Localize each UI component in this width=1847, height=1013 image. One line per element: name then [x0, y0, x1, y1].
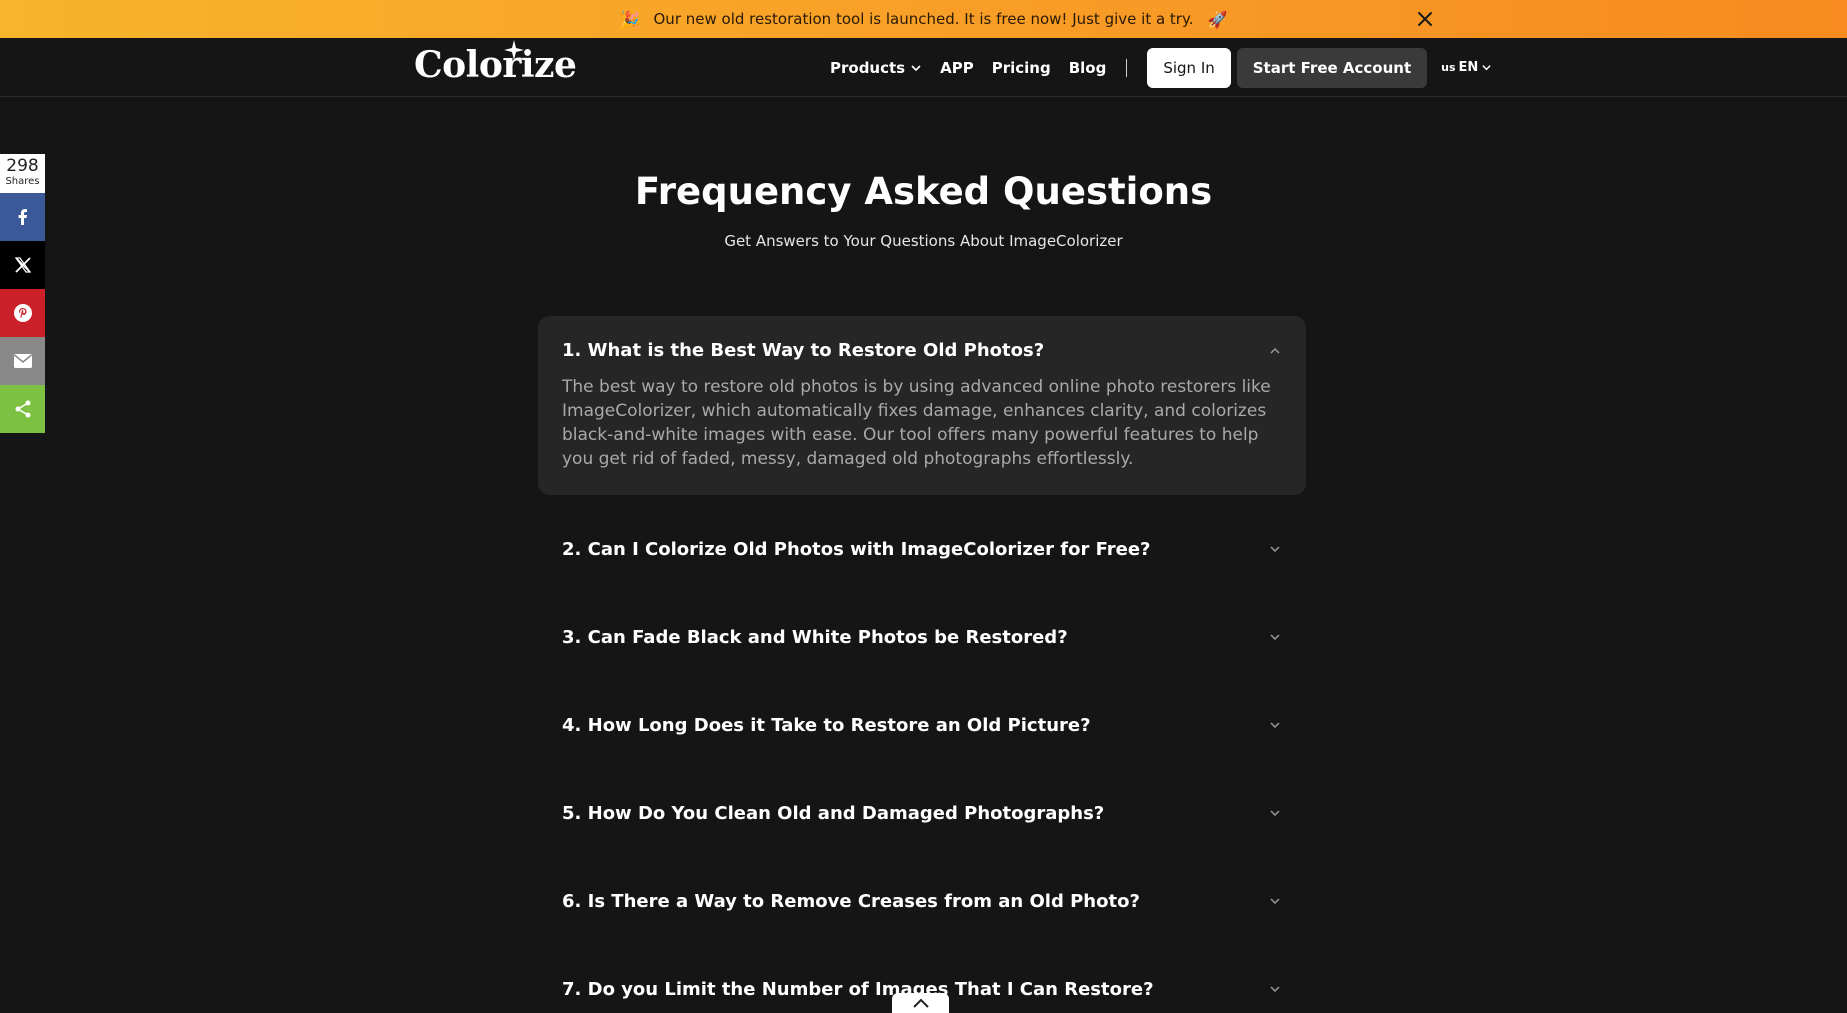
faq-question-text: 4. How Long Does it Take to Restore an O… — [562, 714, 1091, 736]
chevron-down-icon — [1270, 634, 1280, 641]
faq-question-text: 6. Is There a Way to Remove Creases from… — [562, 890, 1140, 912]
party-popper-icon: 🎉 — [619, 9, 640, 29]
page-title: Frequency Asked Questions — [634, 170, 1213, 213]
chevron-down-icon — [1270, 546, 1280, 553]
nav-blog[interactable]: Blog — [1069, 59, 1107, 77]
faq-question[interactable]: 1. What is the Best Way to Restore Old P… — [562, 340, 1282, 361]
logo[interactable]: Colorize — [414, 40, 577, 86]
faq-question[interactable]: 2. Can I Colorize Old Photos with ImageC… — [562, 539, 1282, 560]
nav-pricing[interactable]: Pricing — [992, 59, 1051, 77]
banner-message: Our new old restoration tool is launched… — [653, 10, 1194, 28]
sign-in-button[interactable]: Sign In — [1147, 47, 1231, 88]
page-subtitle: Get Answers to Your Questions About Imag… — [724, 232, 1123, 250]
share-icon — [15, 400, 30, 418]
chevron-down-icon — [1270, 898, 1280, 905]
chevron-down-icon — [911, 64, 921, 71]
close-icon[interactable] — [1413, 7, 1437, 31]
faq-question-text: 7. Do you Limit the Number of Images Tha… — [562, 978, 1154, 1000]
chevron-up-icon — [912, 998, 929, 1008]
rocket-icon: 🚀 — [1207, 9, 1228, 29]
faq-list: 1. What is the Best Way to Restore Old P… — [538, 316, 1306, 1013]
faq-question[interactable]: 4. How Long Does it Take to Restore an O… — [562, 715, 1282, 736]
top-navbar: Colorize Products APP Pricing Blog Sign … — [0, 38, 1847, 97]
faq-question-text: 1. What is the Best Way to Restore Old P… — [562, 340, 1045, 361]
faq-question-text: 3. Can Fade Black and White Photos be Re… — [562, 626, 1068, 648]
email-share-button[interactable] — [0, 337, 45, 385]
faq-item[interactable]: 6. Is There a Way to Remove Creases from… — [538, 857, 1306, 945]
nav-app[interactable]: APP — [940, 59, 974, 77]
generic-share-button[interactable] — [0, 385, 45, 433]
faq-item[interactable]: 5. How Do You Clean Old and Damaged Phot… — [538, 769, 1306, 857]
language-code: EN — [1458, 60, 1479, 75]
us-flag-icon: us — [1441, 61, 1456, 74]
faq-item: 1. What is the Best Way to Restore Old P… — [538, 316, 1306, 495]
back-to-top-button[interactable] — [892, 993, 949, 1013]
nav-products[interactable]: Products — [830, 59, 922, 77]
chevron-down-icon — [1270, 810, 1280, 817]
chevron-down-icon — [1270, 986, 1280, 993]
language-selector[interactable]: us EN — [1441, 60, 1492, 75]
chevron-up-icon — [1270, 347, 1280, 354]
x-twitter-icon — [14, 257, 31, 273]
faq-item[interactable]: 3. Can Fade Black and White Photos be Re… — [538, 593, 1306, 681]
pinterest-share-button[interactable] — [0, 289, 45, 337]
faq-item[interactable]: 4. How Long Does it Take to Restore an O… — [538, 681, 1306, 769]
faq-question[interactable]: 3. Can Fade Black and White Photos be Re… — [562, 627, 1282, 648]
nav-links: Products APP Pricing Blog Sign In Start … — [830, 38, 1492, 97]
nav-products-label: Products — [830, 58, 906, 77]
chevron-down-icon — [1270, 722, 1280, 729]
start-free-account-button[interactable]: Start Free Account — [1236, 47, 1428, 88]
faq-question-text: 5. How Do You Clean Old and Damaged Phot… — [562, 802, 1105, 824]
faq-question[interactable]: 5. How Do You Clean Old and Damaged Phot… — [562, 803, 1282, 824]
pinterest-icon — [13, 304, 32, 322]
nav-divider — [1126, 58, 1128, 77]
announcement-banner: 🎉 Our new old restoration tool is launch… — [0, 0, 1847, 38]
sparkle-icon — [504, 40, 524, 60]
faq-answer: The best way to restore old photos is by… — [562, 377, 1271, 469]
logo-text: Colorize — [414, 44, 577, 86]
chevron-down-icon — [1482, 65, 1491, 71]
faq-question-text: 2. Can I Colorize Old Photos with ImageC… — [562, 538, 1151, 560]
faq-question[interactable]: 6. Is There a Way to Remove Creases from… — [562, 891, 1282, 912]
faq-item[interactable]: 2. Can I Colorize Old Photos with ImageC… — [538, 505, 1306, 593]
email-icon — [13, 354, 32, 368]
